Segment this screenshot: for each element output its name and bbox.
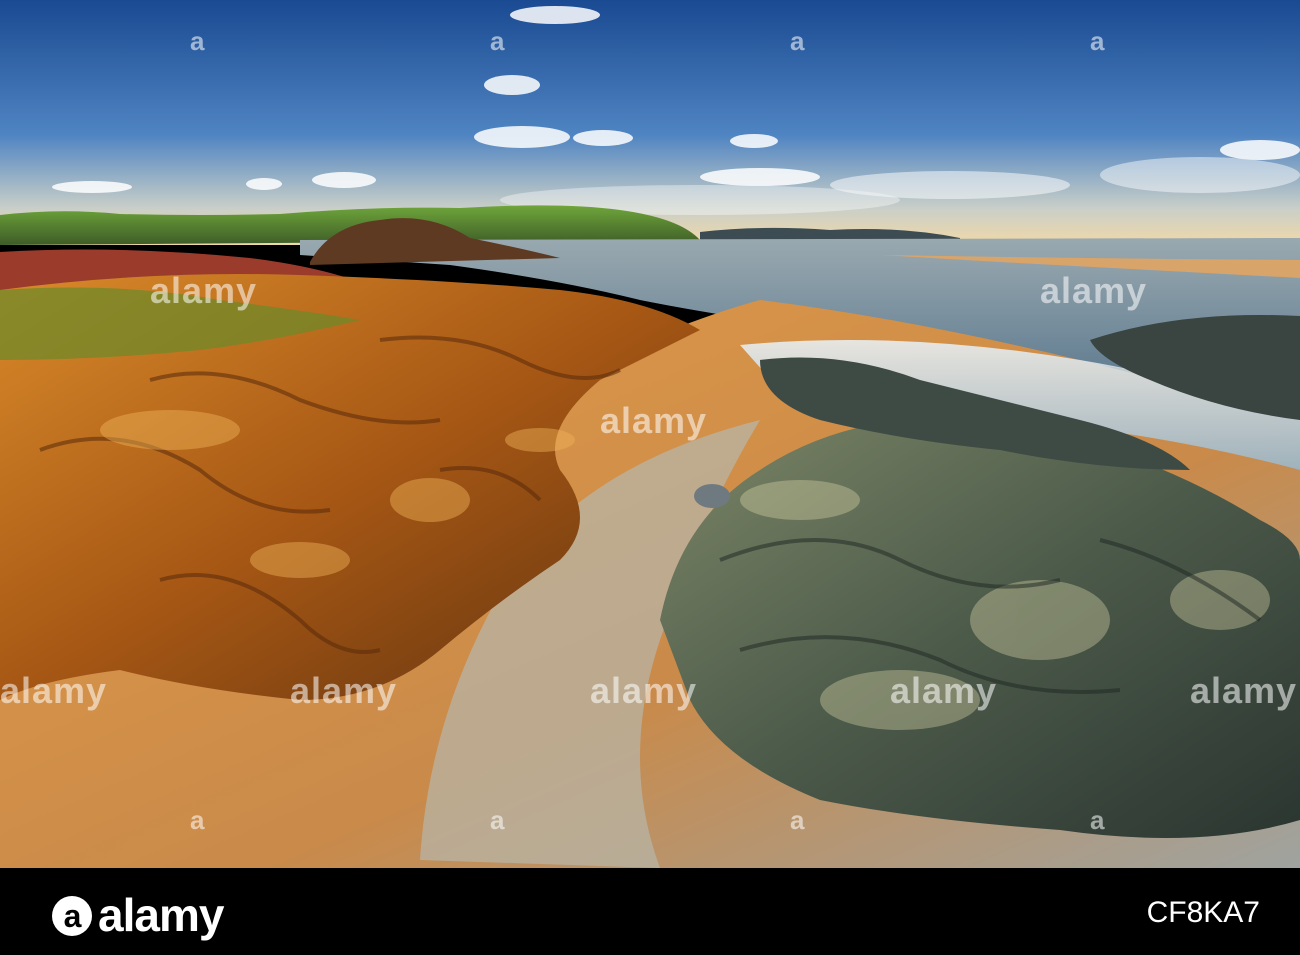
watermark-logo: a [1090,26,1106,56]
watermark-logo: a [490,805,506,835]
watermark-text: alamy [1190,670,1298,711]
watermark-text: alamy [290,670,398,711]
watermark-text: alamy [600,400,708,441]
alamy-logo: a alamy [52,888,224,942]
watermark-text: alamy [590,670,698,711]
coastal-landscape-photo: a a a a alamy alamy alamy alamy alamy al… [0,0,1300,868]
watermark-logo: a [790,805,806,835]
alamy-wordmark: alamy [98,889,224,941]
stock-photo-frame: a a a a alamy alamy alamy alamy alamy al… [0,0,1300,955]
stock-footer-bar: a alamy CF8KA7 [0,868,1300,955]
image-id: CF8KA7 [1146,896,1260,929]
watermark-text: alamy [150,270,258,311]
watermark-text: alamy [1040,270,1148,311]
watermark-logo: a [1090,805,1106,835]
alamy-logo-mark: a [52,896,92,936]
watermark-logo: a [190,805,206,835]
watermark-logo: a [790,26,806,56]
watermark-text: alamy [890,670,998,711]
watermark-logo: a [490,26,506,56]
watermark-logo: a [190,26,206,56]
pebble [694,484,730,508]
watermark-text: alamy [0,670,108,711]
